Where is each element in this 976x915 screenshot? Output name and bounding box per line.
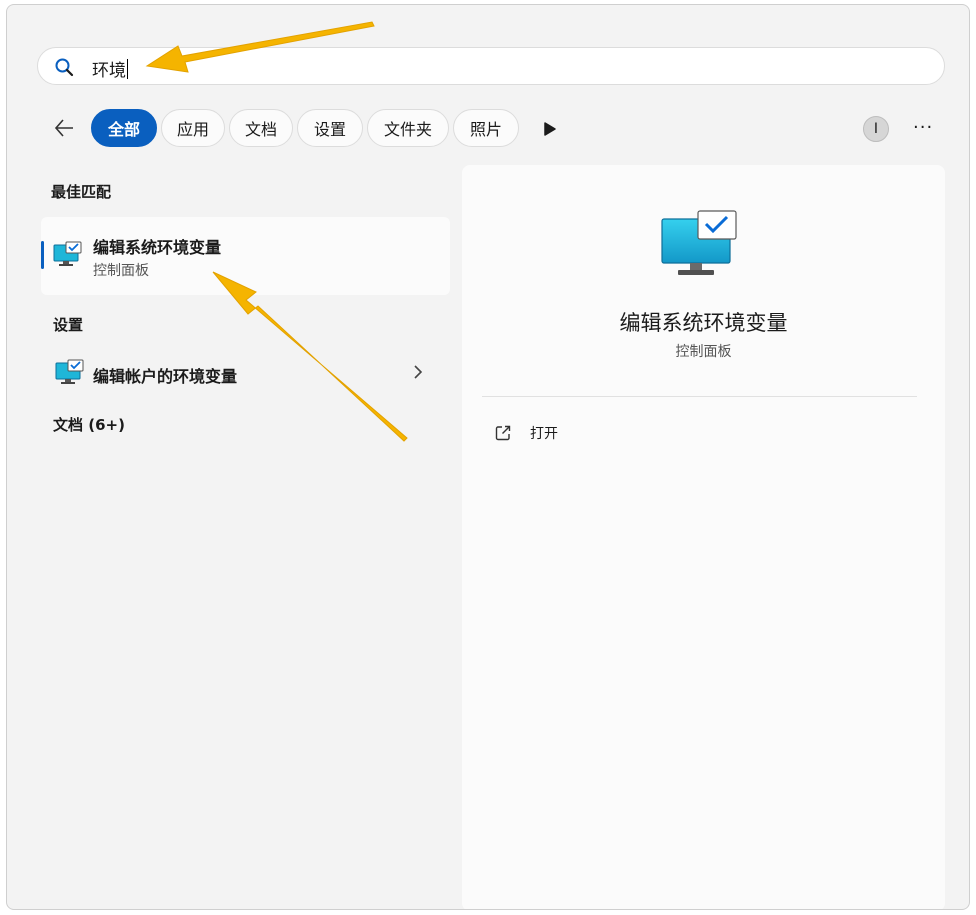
monitor-check-icon [661, 210, 737, 275]
detail-pane: 编辑系统环境变量 控制面板 打开 [462, 165, 945, 909]
ellipsis-icon[interactable]: ··· [913, 117, 933, 138]
tab-all[interactable]: 全部 [91, 109, 157, 147]
best-match-result[interactable]: 编辑系统环境变量 控制面板 [41, 217, 450, 295]
search-window: 环境 全部 应用 文档 设置 文件夹 照片 I ··· 最佳匹配 编辑系统环境变… [6, 4, 970, 910]
arrow-left-icon[interactable] [53, 117, 75, 139]
documents-heading[interactable]: 文档 (6+) [53, 414, 125, 435]
avatar[interactable]: I [863, 116, 889, 142]
tab-settings[interactable]: 设置 [297, 109, 363, 147]
settings-result[interactable]: 编辑帐户的环境变量 [41, 349, 450, 393]
tab-photos[interactable]: 照片 [453, 109, 519, 147]
tab-documents[interactable]: 文档 [229, 109, 293, 147]
divider [482, 396, 917, 397]
tab-folders[interactable]: 文件夹 [367, 109, 449, 147]
settings-result-title: 编辑帐户的环境变量 [93, 367, 238, 386]
text-caret [127, 59, 128, 79]
monitor-check-icon [53, 241, 82, 266]
detail-title: 编辑系统环境变量 [619, 311, 788, 335]
play-icon[interactable] [543, 121, 557, 137]
detail-subtitle: 控制面板 [675, 344, 732, 360]
search-box[interactable]: 环境 [37, 47, 945, 85]
best-match-title: 编辑系统环境变量 [93, 238, 222, 257]
open-action[interactable]: 打开 [494, 421, 558, 445]
chevron-right-icon[interactable] [413, 365, 423, 379]
open-label: 打开 [530, 426, 558, 442]
selection-accent [41, 241, 44, 269]
best-match-subtitle: 控制面板 [93, 263, 149, 279]
open-external-icon [495, 425, 511, 441]
monitor-check-icon [55, 359, 84, 384]
settings-heading: 设置 [53, 316, 84, 334]
tab-apps[interactable]: 应用 [161, 109, 225, 147]
search-icon [55, 58, 74, 77]
best-match-heading: 最佳匹配 [51, 183, 112, 201]
search-input[interactable]: 环境 [92, 56, 128, 81]
